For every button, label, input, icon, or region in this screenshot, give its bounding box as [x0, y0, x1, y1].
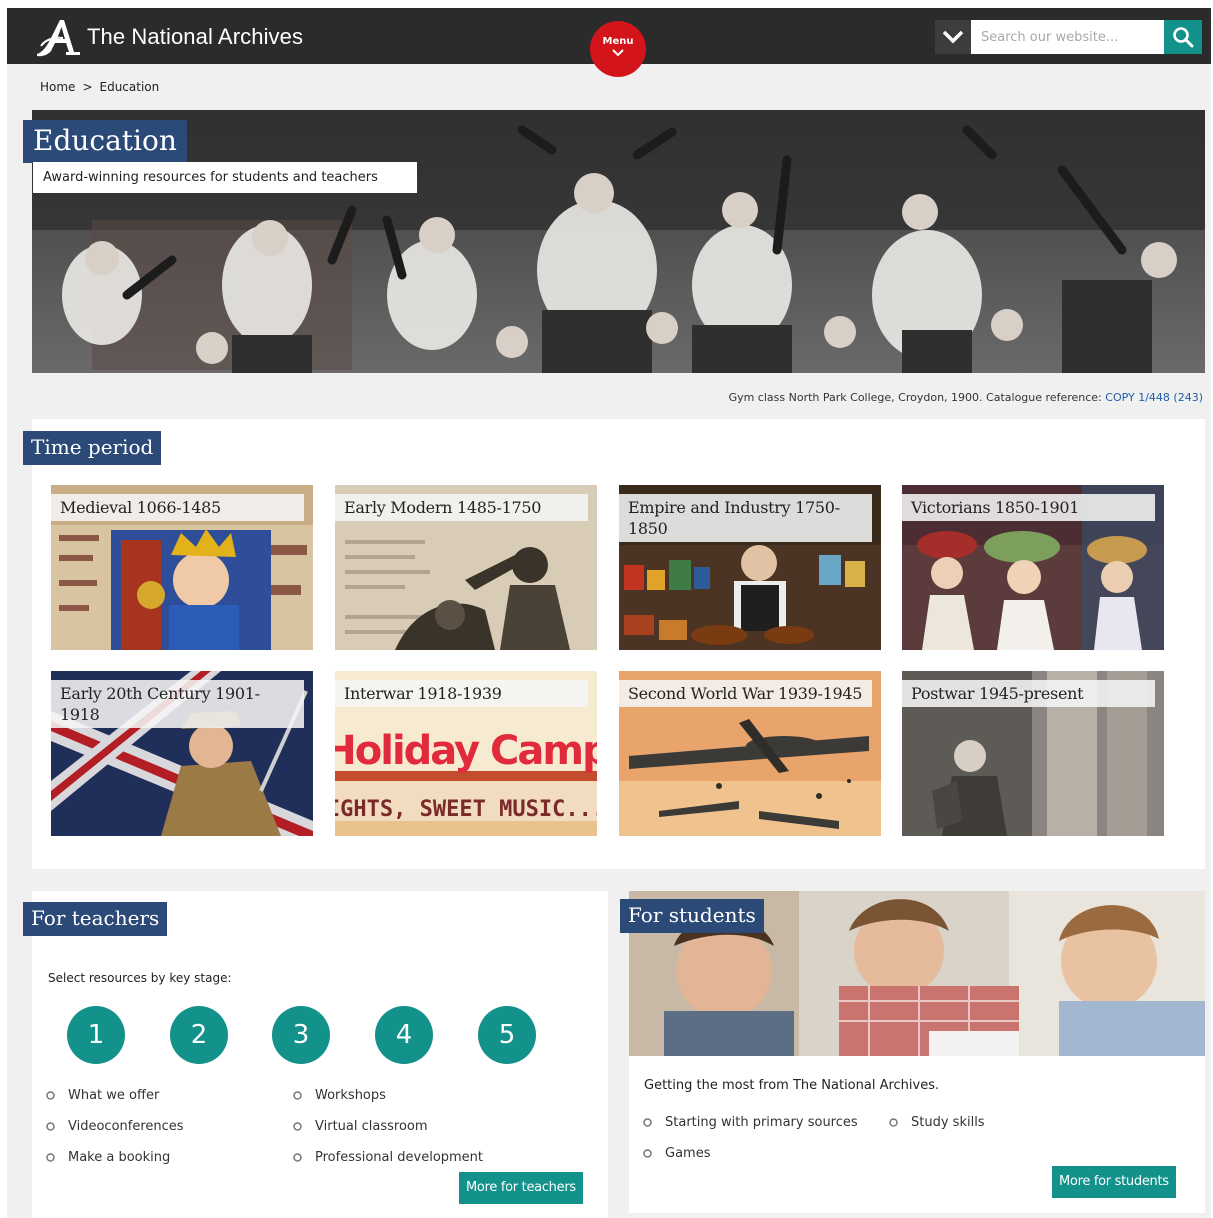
- students-link-label: Starting with primary sources: [665, 1115, 858, 1130]
- teachers-link[interactable]: Workshops: [293, 1088, 386, 1103]
- time-period-label: Second World War 1939-1945: [619, 680, 872, 707]
- hero-photo: [32, 110, 1205, 373]
- key-stage-5-button[interactable]: 5: [478, 1006, 536, 1064]
- students-link-label: Study skills: [911, 1115, 985, 1130]
- hero-subtitle: Award-winning resources for students and…: [33, 162, 417, 193]
- breadcrumb-current: Education: [99, 80, 160, 94]
- time-period-card-victorians[interactable]: Victorians 1850-1901: [902, 485, 1164, 650]
- menu-label: Menu: [602, 36, 634, 47]
- time-period-card-early-20th-century[interactable]: Early 20th Century 1901-1918: [51, 671, 313, 836]
- bullet-icon: [293, 1153, 302, 1162]
- teachers-link[interactable]: Professional development: [293, 1150, 483, 1165]
- bullet-icon: [889, 1118, 898, 1127]
- bullet-icon: [293, 1091, 302, 1100]
- teachers-link-label: Professional development: [315, 1150, 484, 1165]
- interwar-poster-subtitle: LIGHTS, SWEET MUSIC....: [335, 797, 597, 822]
- page: The National Archives Menu Home > Educat…: [7, 8, 1211, 1218]
- time-period-card-postwar[interactable]: Postwar 1945-present: [902, 671, 1164, 836]
- breadcrumb: Home > Education: [40, 80, 159, 94]
- time-period-label: Early Modern 1485-1750: [335, 494, 588, 521]
- bullet-icon: [46, 1091, 55, 1100]
- time-period-label: Medieval 1066-1485: [51, 494, 304, 521]
- students-link[interactable]: Games: [643, 1146, 710, 1161]
- key-stage-4-button[interactable]: 4: [375, 1006, 433, 1064]
- search-icon: [1173, 27, 1194, 48]
- time-period-label: Empire and Industry 1750-1850: [619, 494, 872, 542]
- bullet-icon: [46, 1153, 55, 1162]
- for-students-panel: Getting the most from The National Archi…: [629, 891, 1205, 1213]
- key-stage-1-button[interactable]: 1: [67, 1006, 125, 1064]
- search-input[interactable]: [971, 20, 1164, 54]
- hero-caption: Gym class North Park College, Croydon, 1…: [729, 391, 1203, 404]
- for-teachers-panel: Select resources by key stage: 1 2 3 4 5…: [32, 891, 608, 1218]
- teachers-link[interactable]: Make a booking: [46, 1150, 170, 1165]
- time-period-card-medieval[interactable]: Medieval 1066-1485: [51, 485, 313, 650]
- bullet-icon: [293, 1122, 302, 1131]
- teachers-link-label: Make a booking: [68, 1150, 171, 1165]
- teachers-link-label: Virtual classroom: [315, 1119, 428, 1134]
- hero-image: [32, 110, 1205, 373]
- time-period-label: Postwar 1945-present: [902, 680, 1155, 707]
- teachers-link-label: Workshops: [315, 1088, 386, 1103]
- interwar-poster-title: Holiday Camp: [335, 728, 597, 774]
- page-title: Education: [23, 120, 187, 163]
- search-button[interactable]: [1164, 20, 1202, 54]
- more-for-students-button[interactable]: More for students: [1052, 1166, 1176, 1198]
- for-students-title: For students: [620, 899, 764, 933]
- students-link[interactable]: Study skills: [889, 1115, 985, 1130]
- breadcrumb-home-link[interactable]: Home: [40, 80, 75, 94]
- teachers-link[interactable]: Virtual classroom: [293, 1119, 428, 1134]
- for-teachers-title: For teachers: [23, 902, 168, 936]
- site-logo[interactable]: The National Archives: [33, 16, 303, 58]
- time-period-label: Victorians 1850-1901: [902, 494, 1155, 521]
- logo-text: The National Archives: [87, 24, 304, 49]
- students-intro: Getting the most from The National Archi…: [644, 1078, 940, 1093]
- chevron-down-icon: [942, 30, 964, 44]
- hero-caption-text: Gym class North Park College, Croydon, 1…: [728, 391, 1102, 404]
- teachers-link[interactable]: Videoconferences: [46, 1119, 184, 1134]
- more-for-teachers-button[interactable]: More for teachers: [459, 1172, 583, 1204]
- catalogue-reference-link[interactable]: COPY 1/448 (243): [1105, 391, 1203, 404]
- bullet-icon: [643, 1149, 652, 1158]
- breadcrumb-separator: >: [82, 80, 93, 94]
- logo-a-icon: [37, 20, 80, 57]
- key-stage-intro: Select resources by key stage:: [48, 971, 232, 985]
- menu-button[interactable]: Menu: [590, 21, 646, 77]
- key-stage-3-button[interactable]: 3: [272, 1006, 330, 1064]
- time-period-label: Interwar 1918-1939: [335, 680, 588, 707]
- time-period-card-empire-industry[interactable]: Empire and Industry 1750-1850: [619, 485, 881, 650]
- time-period-card-second-world-war[interactable]: Second World War 1939-1945: [619, 671, 881, 836]
- site-dropdown-button[interactable]: [935, 20, 971, 54]
- bullet-icon: [46, 1122, 55, 1131]
- chevron-down-icon: [612, 49, 624, 57]
- teachers-link-label: What we offer: [68, 1088, 160, 1103]
- time-period-title: Time period: [23, 431, 162, 465]
- bullet-icon: [643, 1118, 652, 1127]
- teachers-link-label: Videoconferences: [68, 1119, 184, 1134]
- students-link-label: Games: [665, 1146, 711, 1161]
- time-period-card-early-modern[interactable]: Early Modern 1485-1750: [335, 485, 597, 650]
- students-link[interactable]: Starting with primary sources: [643, 1115, 858, 1130]
- time-period-card-interwar[interactable]: Holiday Camp LIGHTS, SWEET MUSIC.... Int…: [335, 671, 597, 836]
- teachers-link[interactable]: What we offer: [46, 1088, 159, 1103]
- key-stage-2-button[interactable]: 2: [170, 1006, 228, 1064]
- time-period-label: Early 20th Century 1901-1918: [51, 680, 304, 728]
